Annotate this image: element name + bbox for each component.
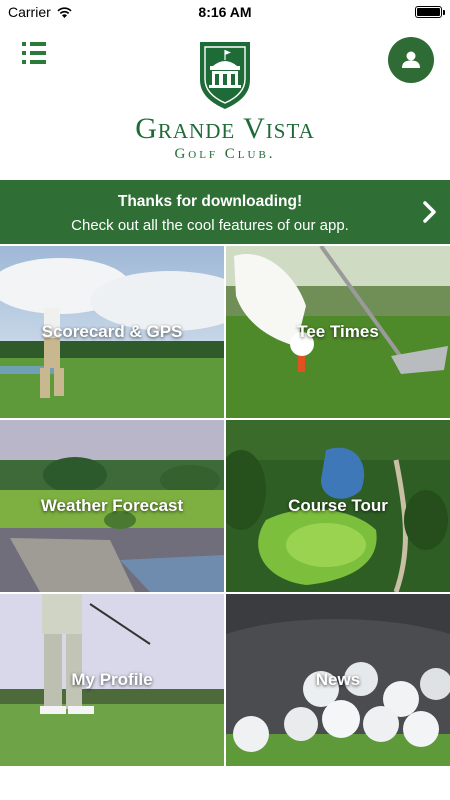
banner-text: Check out all the cool features of our a… xyxy=(71,217,349,234)
tile-label: My Profile xyxy=(71,670,153,689)
tile-label: Tee Times xyxy=(297,322,379,341)
tile-news[interactable]: News xyxy=(226,594,450,766)
welcome-banner[interactable]: Thanks for downloading! Check out all th… xyxy=(0,180,450,244)
brand-name: Grande Vista xyxy=(135,112,315,145)
tile-tee-times[interactable]: Tee Times xyxy=(226,246,450,418)
club-logo: Grande Vista Golf Club. xyxy=(0,40,450,163)
status-bar: Carrier 8:16 AM xyxy=(0,0,450,24)
status-time: 8:16 AM xyxy=(198,4,252,20)
battery-icon xyxy=(415,6,445,18)
user-icon xyxy=(402,51,420,68)
tile-my-profile[interactable]: My Profile xyxy=(0,594,224,766)
tile-label: Scorecard & GPS xyxy=(41,322,183,341)
feature-grid: Scorecard & GPS Tee Times Weather Foreca… xyxy=(0,246,450,768)
brand-subtitle: Golf Club. xyxy=(174,146,276,162)
tile-label: News xyxy=(315,670,361,689)
banner-title: Thanks for downloading! xyxy=(117,193,303,210)
tile-label: Weather Forecast xyxy=(40,496,184,515)
tile-weather-forecast[interactable]: Weather Forecast xyxy=(0,420,224,592)
profile-button[interactable] xyxy=(388,37,434,83)
tile-course-tour[interactable]: Course Tour xyxy=(226,420,450,592)
chevron-right-icon xyxy=(423,201,436,223)
tile-label: Course Tour xyxy=(288,496,388,515)
app-header: Grande Vista Golf Club. xyxy=(0,24,450,180)
clubhouse-crest-icon xyxy=(200,42,250,109)
tile-scorecard-gps[interactable]: Scorecard & GPS xyxy=(0,246,224,418)
